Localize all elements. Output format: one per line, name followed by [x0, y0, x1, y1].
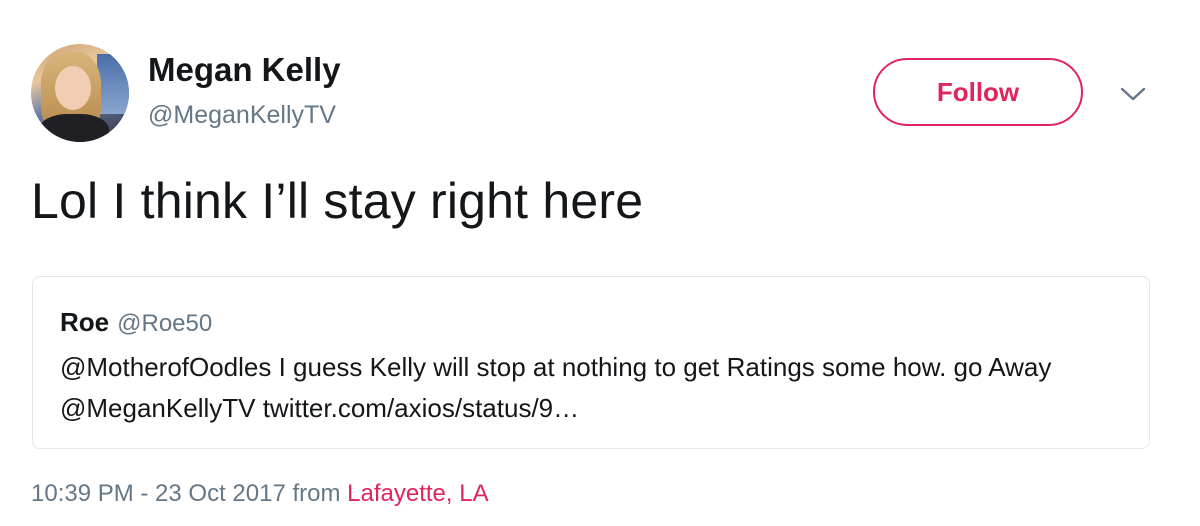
tweet-meta: 10:39 PM - 23 Oct 2017 from Lafayette, L…	[31, 480, 489, 508]
quoted-author-name: Roe	[60, 307, 110, 337]
follow-button[interactable]: Follow	[873, 58, 1083, 126]
quoted-tweet-header: Roe @Roe50	[60, 307, 212, 338]
author-handle[interactable]: @MeganKellyTV	[148, 101, 336, 130]
quoted-tweet-text: @MotherofOodles I guess Kelly will stop …	[60, 352, 1052, 423]
tweet-text: Lol I think I’ll stay right here	[31, 173, 644, 229]
author-avatar[interactable]	[31, 44, 129, 142]
location-link[interactable]: Lafayette, LA	[347, 480, 488, 507]
avatar-background	[97, 54, 129, 114]
quoted-author-handle: @Roe50	[117, 310, 213, 337]
tweet-card: Megan Kelly @MeganKellyTV Follow Lol I t…	[0, 0, 1200, 526]
chevron-down-icon[interactable]	[1118, 82, 1148, 106]
tweet-timestamp[interactable]: 10:39 PM - 23 Oct 2017	[31, 480, 286, 507]
quoted-tweet[interactable]: Roe @Roe50 @MotherofOodles I guess Kelly …	[32, 276, 1150, 449]
author-name[interactable]: Megan Kelly	[148, 51, 341, 89]
avatar-face	[55, 66, 91, 110]
from-label: from	[292, 480, 341, 507]
avatar-shirt	[39, 114, 109, 142]
